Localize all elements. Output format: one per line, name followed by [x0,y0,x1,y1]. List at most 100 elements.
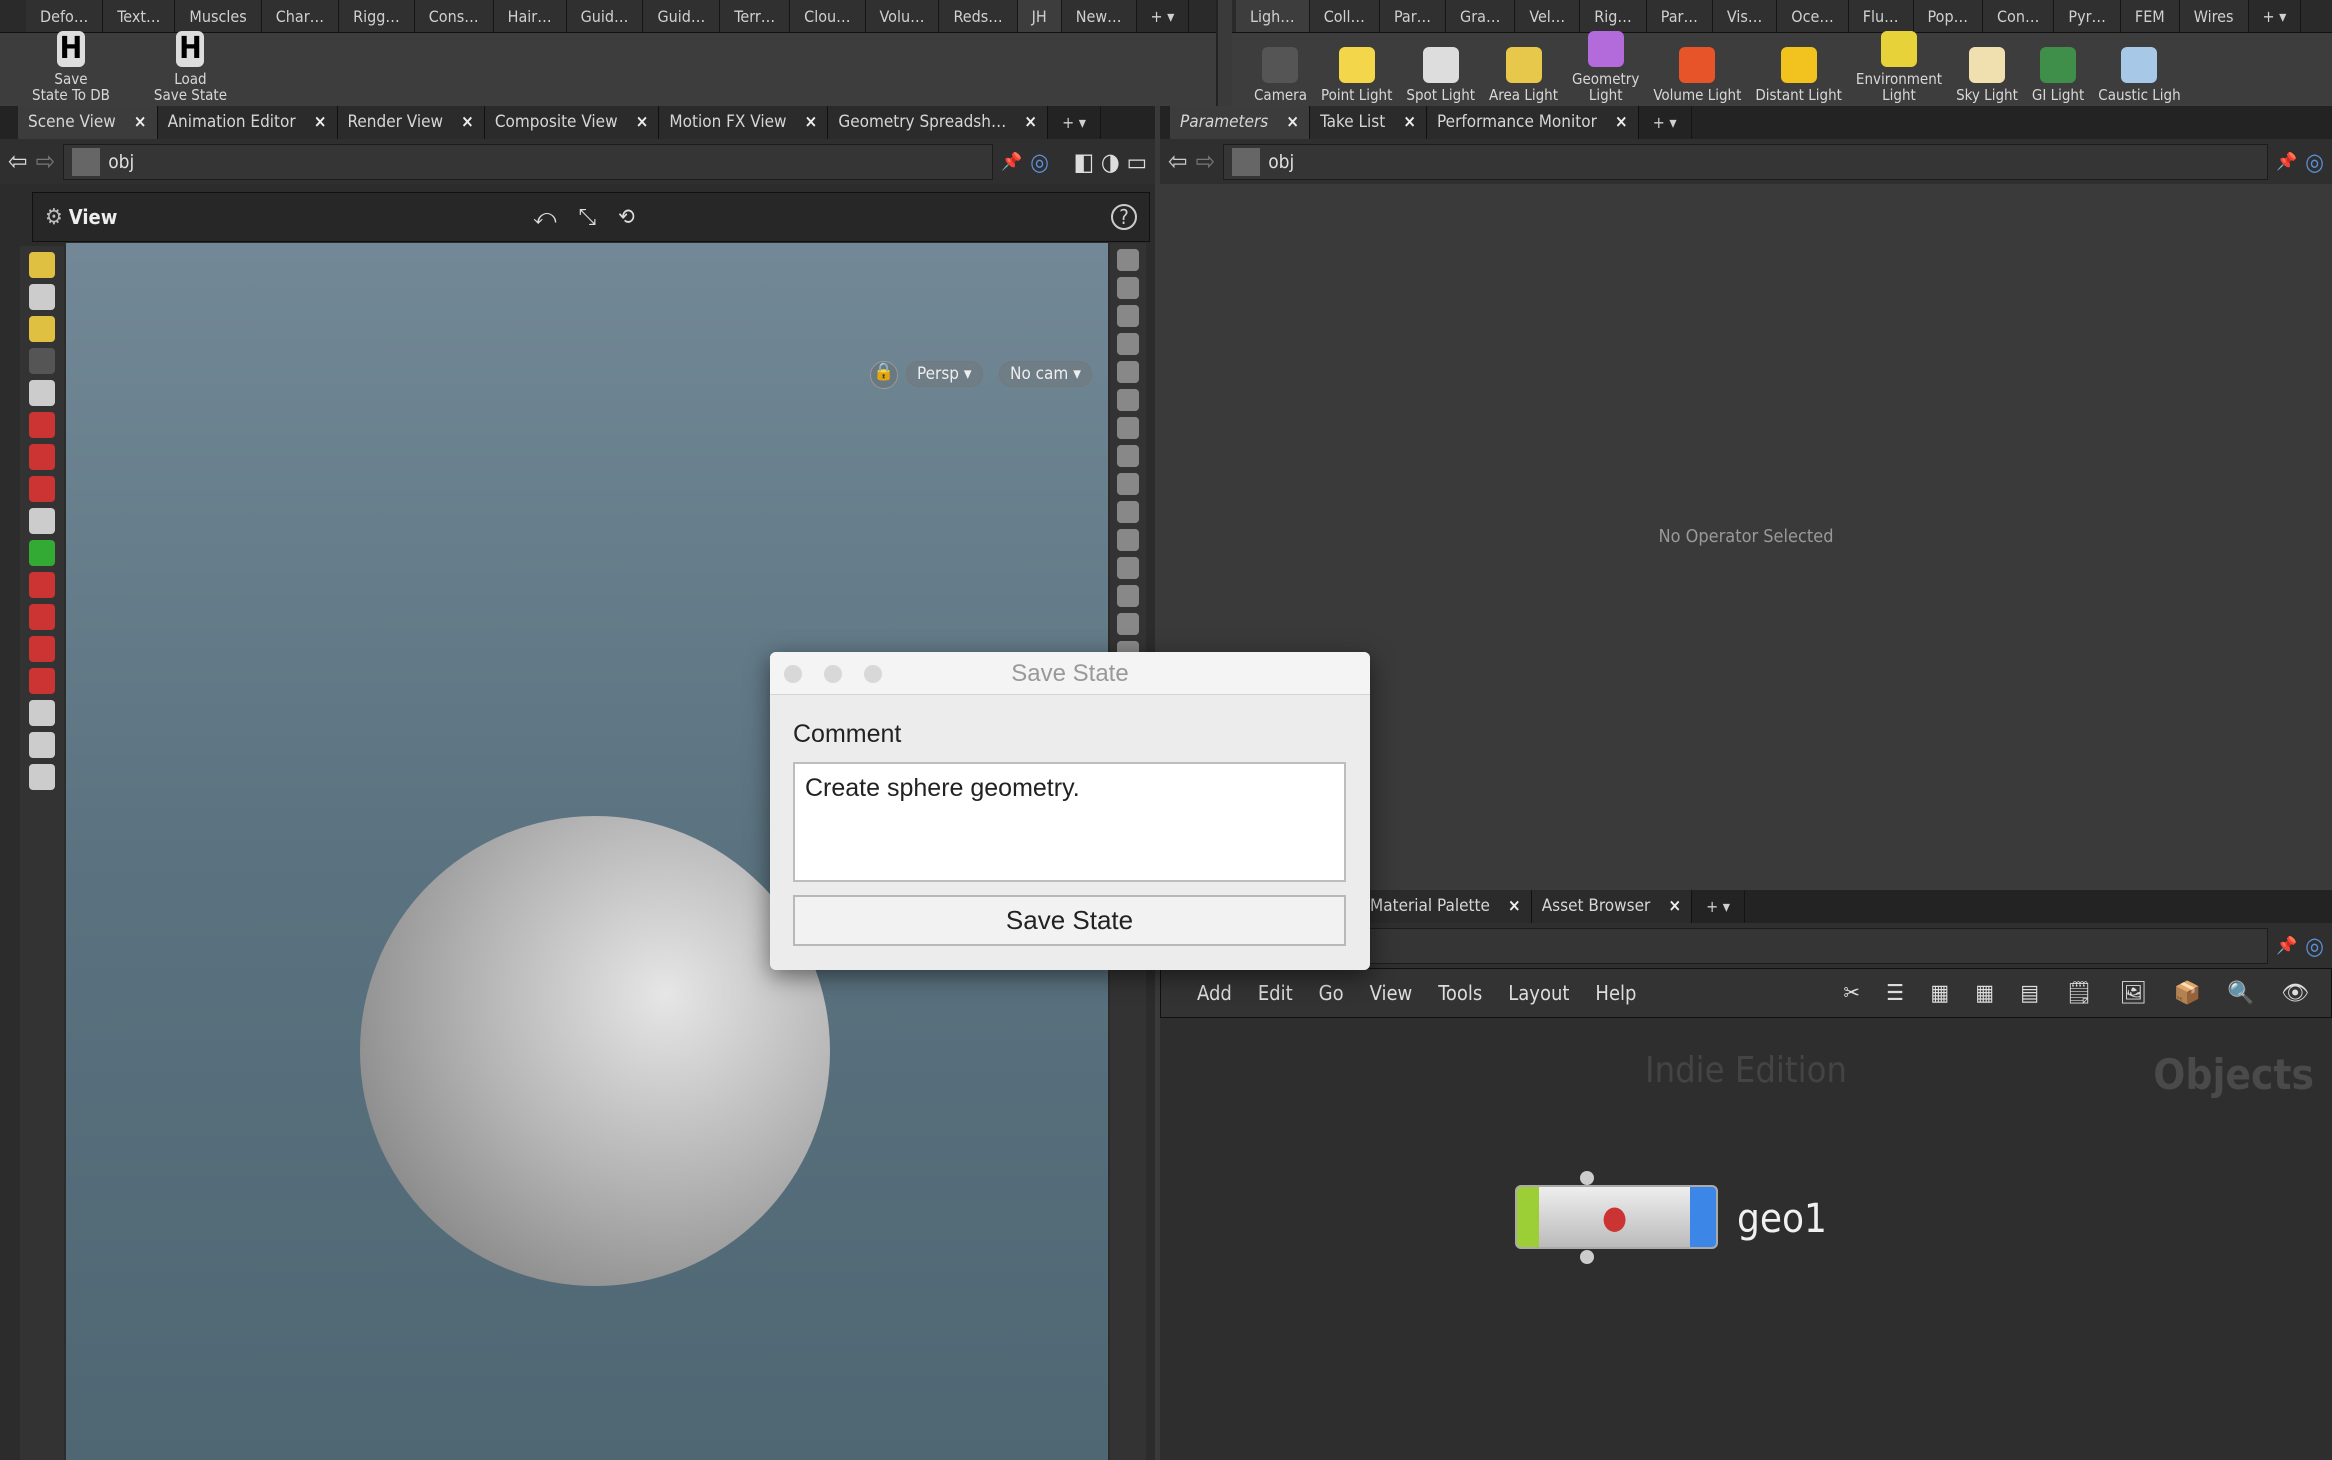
tab-rig[interactable]: Rig… [1580,0,1647,32]
tab-animation-editor[interactable]: Animation Editor × [157,106,338,139]
add-tab-button[interactable]: + ▾ [2249,0,2302,32]
back-icon[interactable]: ⇦ [1168,147,1188,177]
tab-hair[interactable]: Hair… [493,0,567,32]
tab-par[interactable]: Par… [1379,0,1447,32]
tab-pop[interactable]: Pop… [1913,0,1983,32]
close-tab-icon[interactable]: × [636,106,649,139]
menu-add[interactable]: Add [1197,981,1232,1005]
forward-icon[interactable]: ⇨ [1196,147,1216,177]
shelf-tool-save-state-to-db[interactable]: H Save State To DB [32,31,110,103]
viewport-tool-icon[interactable] [29,412,55,438]
display-option-icon[interactable] [1117,557,1139,579]
tab-parameters[interactable]: Parameters × [1170,106,1311,139]
display-option-icon[interactable] [1117,333,1139,355]
display-option-icon[interactable] [1117,613,1139,635]
close-tab-icon[interactable]: × [805,106,818,139]
tab-gra[interactable]: Gra… [1446,0,1516,32]
camera-menu[interactable]: Persp ▾ [906,361,983,387]
menu-tools[interactable]: Tools [1438,981,1482,1005]
node-display-flag[interactable] [1517,1187,1539,1247]
display-option-icon[interactable] [1117,501,1139,523]
sphere-geometry[interactable] [360,816,830,1286]
close-tab-icon[interactable]: × [1403,106,1416,139]
tab-render-view[interactable]: Render View × [337,106,485,139]
path-field[interactable]: obj [1223,143,2268,180]
node-render-flag[interactable] [1690,1187,1716,1247]
link-icon[interactable]: ◎ [1030,148,1049,176]
tab-vis[interactable]: Vis… [1712,0,1778,32]
shelf-tool-distant-light[interactable]: Distant Light [1755,47,1842,103]
display-option-icon[interactable] [1117,445,1139,467]
viewport-tool-icon[interactable] [29,476,55,502]
tab-material-palette[interactable]: Material Palette × [1360,890,1532,923]
close-window-button[interactable] [784,665,802,683]
viewport-tool-icon[interactable] [29,668,55,694]
node-input[interactable] [1580,1171,1594,1185]
shelf-tool-environment-light[interactable]: Environment Light [1856,31,1942,103]
tab-asset-browser[interactable]: Asset Browser × [1531,890,1693,923]
shelf-tool-point-light[interactable]: Point Light [1321,47,1392,103]
tab-terr[interactable]: Terr… [720,0,791,32]
viewport-tool-icon[interactable] [29,604,55,630]
viewport-tool-icon[interactable] [29,508,55,534]
path-field[interactable]: obj [63,143,993,180]
tab-muscles[interactable]: Muscles [175,0,262,32]
display-option-icon[interactable] [1117,473,1139,495]
tab-volu[interactable]: Volu… [865,0,940,32]
tab-cons[interactable]: Cons… [414,0,494,32]
link-icon[interactable]: ◎ [2305,148,2324,176]
shelf-tool-sky-light[interactable]: Sky Light [1956,47,2018,103]
shelf-tool-volume-light[interactable]: Volume Light [1653,47,1741,103]
close-tab-icon[interactable]: × [314,106,327,139]
close-tab-icon[interactable]: × [1508,890,1521,923]
menu-edit[interactable]: Edit [1258,981,1293,1005]
viewport-tool-icon[interactable] [29,348,55,374]
close-tab-icon[interactable]: × [1286,106,1299,139]
close-tab-icon[interactable]: × [1024,106,1037,139]
tab-motion-fx-view[interactable]: Motion FX View × [659,106,829,139]
tab-geometry-spreadsh[interactable]: Geometry Spreadsh… × [828,106,1049,139]
display-option-icon[interactable] [1117,389,1139,411]
zoom-window-button[interactable] [864,665,882,683]
tab-rigg[interactable]: Rigg… [339,0,415,32]
viewport-tool-icon[interactable] [29,732,55,758]
display-option-icon[interactable] [1117,585,1139,607]
viewport-tool-icon[interactable] [29,252,55,278]
tab-scene-view[interactable]: Scene View × [18,106,158,139]
display-option-icon[interactable] [1117,417,1139,439]
display-option-icon[interactable] [1117,529,1139,551]
select-tools-icons[interactable]: ⤺⤡⟲ [533,205,657,230]
tab-clou[interactable]: Clou… [790,0,866,32]
save-state-button[interactable]: Save State [793,895,1346,946]
display-option-icon[interactable] [1117,361,1139,383]
forward-icon[interactable]: ⇨ [36,147,56,177]
viewport-tool-icon[interactable] [29,444,55,470]
shelf-tool-gi-light[interactable]: GI Light [2032,47,2084,103]
viewport-tool-icon[interactable] [29,572,55,598]
back-icon[interactable]: ⇦ [8,147,28,177]
display-option-icon[interactable] [1117,277,1139,299]
node-geo1[interactable]: ● [1515,1185,1718,1249]
view-tool-icon[interactable]: ⚙ [45,205,63,230]
tab-par[interactable]: Par… [1646,0,1713,32]
tab-new[interactable]: New… [1061,0,1137,32]
menu-view[interactable]: View [1370,981,1413,1005]
viewport-tool-icon[interactable] [29,284,55,310]
comment-textarea[interactable]: Create sphere geometry. [793,762,1346,882]
viewport-tool-icon[interactable] [29,540,55,566]
viewport-tool-icon[interactable] [29,764,55,790]
pin-icon[interactable]: 📌 [2276,152,2297,172]
tab-con[interactable]: Con… [1983,0,2055,32]
viewport-tool-icon[interactable] [29,316,55,342]
viewport-tool-icon[interactable] [29,380,55,406]
menu-help[interactable]: Help [1595,981,1636,1005]
tab-guid[interactable]: Guid… [566,0,644,32]
tab-flu[interactable]: Flu… [1848,0,1914,32]
display-options-icon[interactable]: ◧ ◑ ▭ [1057,148,1147,176]
pin-icon[interactable]: 📌 [1001,152,1022,172]
shelf-tool-area-light[interactable]: Area Light [1489,47,1558,103]
add-tab-button[interactable]: + ▾ [1639,106,1692,139]
menu-layout[interactable]: Layout [1508,981,1569,1005]
link-icon[interactable]: ◎ [2305,932,2324,960]
help-icon[interactable]: ? [1111,204,1137,230]
